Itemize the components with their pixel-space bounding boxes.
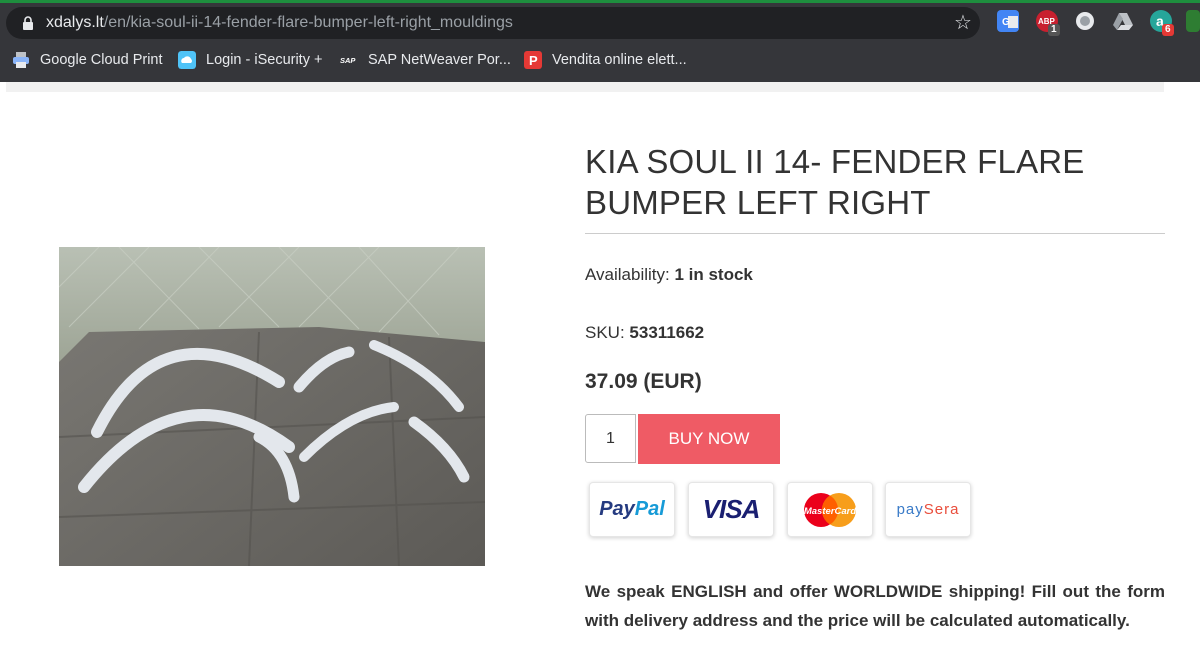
buy-now-button[interactable]: BUY NOW	[638, 414, 780, 464]
bookmark-sap-netweaver[interactable]: SAP SAP NetWeaver Por...	[340, 49, 511, 71]
mastercard-icon: MasterCard	[804, 492, 856, 527]
paysera-wordmark: paySera	[897, 501, 960, 518]
quantity-input[interactable]	[585, 414, 636, 463]
bookmark-label: SAP NetWeaver Por...	[368, 52, 511, 68]
green-extension-badge: 6	[1162, 24, 1174, 36]
title-divider	[585, 233, 1165, 234]
url-path: /en/kia-soul-ii-14-fender-flare-bumper-l…	[103, 14, 513, 31]
paysera-text-b: Sera	[923, 501, 960, 518]
tab-strip-edge	[0, 0, 1200, 3]
svg-text:P: P	[529, 53, 538, 68]
svg-text:SAP: SAP	[340, 56, 356, 65]
adblock-badge: 1	[1048, 24, 1060, 36]
visa-wordmark: VISA	[702, 494, 761, 524]
availability-label: Availability:	[585, 265, 670, 284]
google-drive-icon[interactable]	[1112, 10, 1134, 32]
url-host: xdalys.lt	[46, 14, 104, 31]
mastercard-logo: MasterCard	[787, 482, 873, 537]
browser-chrome: xdalys.lt/en/kia-soul-ii-14-fender-flare…	[0, 0, 1200, 82]
bookmark-label: Vendita online elett...	[552, 52, 687, 68]
price: 37.09 (EUR)	[585, 370, 702, 393]
lock-icon[interactable]	[22, 16, 34, 30]
svg-text:G: G	[1002, 17, 1010, 28]
availability-value: 1 in stock	[674, 265, 753, 284]
bookmark-vendita-online[interactable]: P Vendita online elett...	[524, 49, 687, 71]
sap-icon: SAP	[340, 56, 356, 65]
bookmark-label: Login - iSecurity +	[206, 52, 323, 68]
bookmark-label: Google Cloud Print	[40, 52, 163, 68]
mastercard-text: MasterCard	[804, 506, 856, 517]
p-icon: P	[524, 51, 542, 69]
star-icon[interactable]: ☆	[954, 11, 972, 35]
availability: Availability: 1 in stock	[585, 265, 753, 285]
cloud-icon	[178, 51, 196, 69]
paysera-text-a: pay	[896, 501, 924, 518]
paypal-logo: PayPal	[589, 482, 675, 537]
sku-value: 53311662	[629, 323, 705, 342]
paypal-text-a: Pay	[599, 498, 635, 520]
paypal-text-b: Pal	[634, 498, 665, 520]
printer-icon	[13, 52, 29, 68]
sku: SKU: 53311662	[585, 323, 704, 343]
shipping-info: We speak ENGLISH and offer WORLDWIDE shi…	[585, 582, 1165, 630]
address-bar[interactable]: xdalys.lt/en/kia-soul-ii-14-fender-flare…	[6, 7, 980, 39]
visa-logo: VISA	[688, 482, 774, 537]
google-translate-icon[interactable]: G	[997, 10, 1019, 32]
bookmark-google-cloud-print[interactable]: Google Cloud Print	[12, 49, 163, 71]
mail-extension-icon[interactable]	[1186, 10, 1200, 32]
adblock-icon[interactable]: ABP 1	[1036, 10, 1060, 36]
paysera-logo: paySera	[885, 482, 971, 537]
sku-label: SKU:	[585, 323, 625, 342]
site-header-strip	[6, 82, 1164, 92]
product-title: KIA SOUL II 14- FENDER FLARE BUMPER LEFT…	[585, 143, 1085, 221]
bookmarks-bar: Google Cloud Print Login - iSecurity + S…	[0, 44, 1200, 76]
bookmark-isecurity[interactable]: Login - iSecurity +	[178, 49, 322, 71]
url-text[interactable]: xdalys.lt/en/kia-soul-ii-14-fender-flare…	[46, 14, 513, 32]
product-image[interactable]	[59, 247, 485, 566]
green-extension-icon[interactable]: a 6	[1150, 10, 1174, 36]
paypal-wordmark: PayPal	[599, 498, 665, 521]
circle-extension-icon[interactable]	[1074, 10, 1096, 32]
